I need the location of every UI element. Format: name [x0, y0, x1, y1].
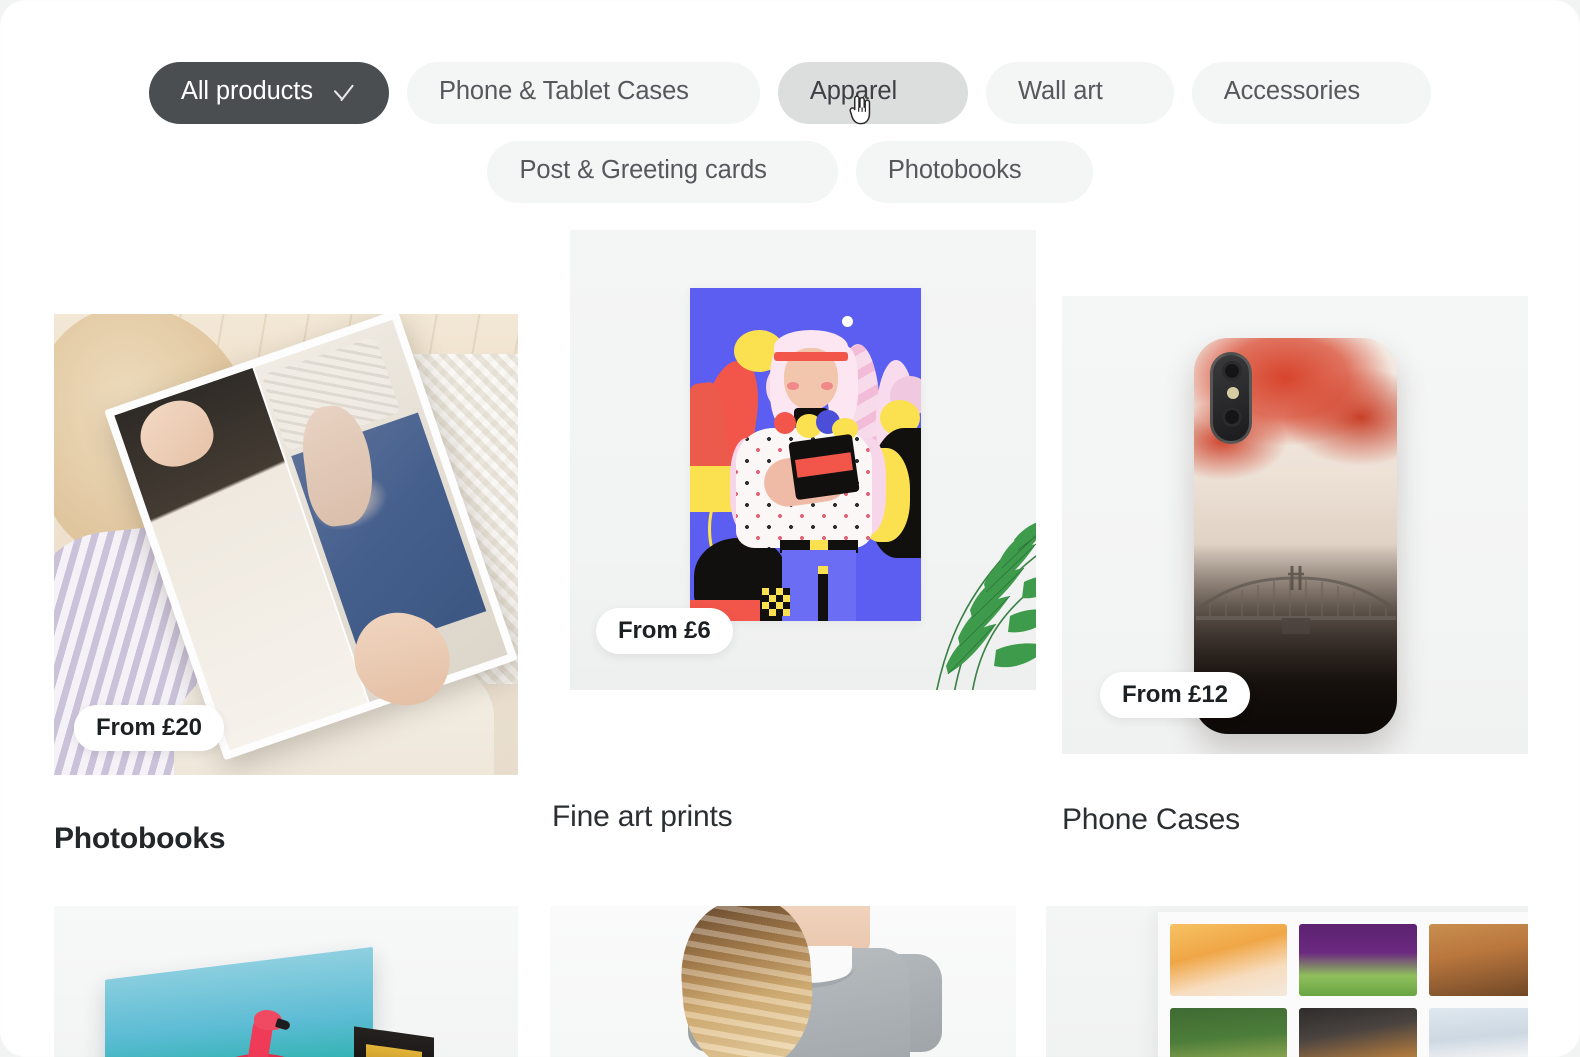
collage-photo	[1299, 1008, 1417, 1057]
filter-chip-phone-tablet-cases[interactable]: Phone & Tablet Cases	[406, 62, 760, 124]
product-image-fine-art-prints: From £6	[570, 230, 1036, 690]
product-card-photobooks[interactable]: From £20 Photobooks	[54, 314, 518, 855]
product-card-canvas-prints[interactable]	[54, 906, 518, 1057]
filter-chip-post-greeting-cards[interactable]: Post & Greeting cards	[487, 141, 838, 203]
product-card-phone-cases[interactable]: From £12 Phone Cases	[1062, 296, 1528, 836]
check-icon	[331, 80, 357, 106]
product-title: Photobooks	[54, 822, 226, 855]
plus-icon	[785, 162, 806, 183]
palm-plant-decoration	[936, 522, 1036, 690]
collage-photo	[1428, 924, 1528, 996]
plus-icon	[707, 83, 728, 104]
price-badge: From £12	[1100, 672, 1250, 718]
collage-photo	[1428, 1008, 1528, 1057]
plus-icon	[915, 83, 936, 104]
filter-chip-accessories[interactable]: Accessories	[1191, 62, 1432, 124]
price-badge: From £6	[596, 608, 733, 654]
filter-chip-wall-art[interactable]: Wall art	[986, 62, 1174, 124]
camera-module	[1210, 352, 1252, 444]
bridge-silhouette	[1196, 566, 1396, 634]
category-filter-bar: All products Phone & Tablet Cases Appare…	[0, 62, 1580, 203]
plus-icon	[1040, 162, 1061, 183]
product-card-fine-art-prints[interactable]: From £6 Fine art prints	[552, 230, 1036, 833]
filter-chip-label: Wall art	[1018, 77, 1103, 106]
plus-icon	[1121, 83, 1142, 104]
filter-chip-label: Accessories	[1223, 77, 1361, 106]
filter-chip-label: Photobooks	[887, 156, 1022, 185]
product-title: Phone Cases	[1062, 803, 1240, 836]
product-image-photobooks: From £20	[54, 314, 518, 775]
filter-chip-label: Post & Greeting cards	[519, 156, 767, 185]
product-image-phone-cases: From £12	[1062, 296, 1528, 754]
collage-photo	[1170, 924, 1288, 996]
model-hair	[676, 906, 818, 1057]
photo-collage-sheet	[1158, 912, 1528, 1057]
filter-chip-apparel[interactable]: Apparel	[777, 62, 969, 124]
filter-chip-label: Apparel	[809, 77, 898, 106]
product-card-apparel[interactable]	[550, 906, 1016, 1057]
filter-chip-photobooks[interactable]: Photobooks	[855, 141, 1093, 203]
product-catalogue-page: All products Phone & Tablet Cases Appare…	[0, 0, 1580, 1057]
filter-chip-all-products[interactable]: All products	[148, 62, 389, 124]
filter-chip-label: All products	[180, 77, 313, 106]
product-image-canvas-print	[105, 946, 373, 1057]
price-badge: From £20	[74, 705, 224, 751]
collage-photo	[1299, 924, 1417, 996]
filter-chip-label: Phone & Tablet Cases	[438, 77, 689, 106]
product-title: Fine art prints	[552, 800, 733, 833]
plus-icon	[1378, 83, 1399, 104]
product-card-photo-collage[interactable]	[1046, 906, 1528, 1057]
collage-photo	[1170, 1008, 1288, 1057]
